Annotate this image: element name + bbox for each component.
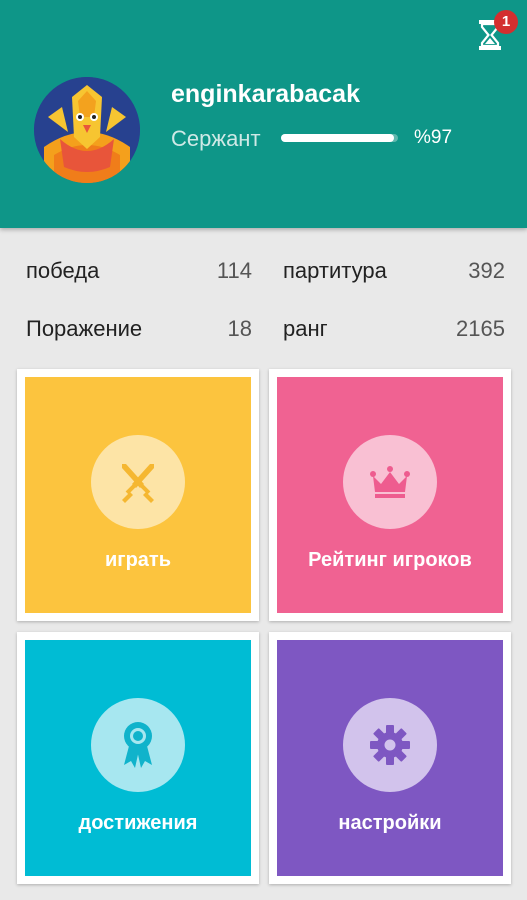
settings-button[interactable]: настройки xyxy=(269,632,511,884)
notification-badge[interactable]: 1 xyxy=(494,10,518,34)
wins-value: 114 xyxy=(216,258,252,283)
crown-icon xyxy=(370,466,410,498)
phoenix-avatar xyxy=(34,77,140,183)
score-label: партитура xyxy=(283,258,387,283)
leaderboard-tile-face: Рейтинг игроков xyxy=(277,377,503,613)
rank-points-label: ранг xyxy=(283,316,328,341)
avatar[interactable] xyxy=(34,77,140,183)
wins-label: победа xyxy=(26,258,100,283)
profile-header: 1 enginkarabacak Сержант %97 xyxy=(0,0,527,228)
score-value: 392 xyxy=(468,258,505,283)
rank-progress-text: %97 xyxy=(414,127,453,148)
username: enginkarabacak xyxy=(171,80,360,108)
rank-progress-bar xyxy=(281,134,398,142)
losses-label: Поражение xyxy=(26,316,143,341)
play-button[interactable]: играть xyxy=(17,369,259,621)
leaderboard-button[interactable]: Рейтинг игроков xyxy=(269,369,511,621)
play-label: играть xyxy=(104,549,172,571)
achievements-icon-circle xyxy=(91,698,185,792)
play-icon-circle xyxy=(91,435,185,529)
gear-icon xyxy=(370,725,410,765)
crossed-swords-icon xyxy=(122,464,154,503)
medal-icon xyxy=(124,722,152,768)
rank-title: Сержант xyxy=(171,126,261,151)
losses-value: 18 xyxy=(227,316,252,341)
achievements-tile-face: достижения xyxy=(25,640,251,876)
settings-label: настройки xyxy=(338,812,442,834)
leaderboard-icon-circle xyxy=(343,435,437,529)
play-tile-face: играть xyxy=(25,377,251,613)
achievements-label: достижения xyxy=(78,812,198,834)
settings-tile-face: настройки xyxy=(277,640,503,876)
rank-progress-fill xyxy=(281,134,395,142)
rank-points-value: 2165 xyxy=(456,316,505,341)
achievements-button[interactable]: достижения xyxy=(17,632,259,884)
leaderboard-label: Рейтинг игроков xyxy=(308,549,472,571)
settings-icon-circle xyxy=(343,698,437,792)
